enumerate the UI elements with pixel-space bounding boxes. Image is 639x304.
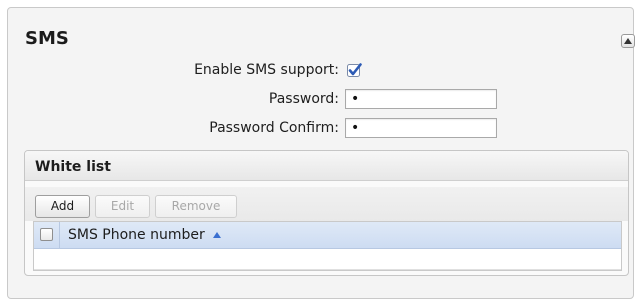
whitelist-toolbar: Add Edit Remove [25, 187, 628, 221]
collapse-button[interactable] [621, 34, 635, 48]
chevron-up-icon [624, 38, 632, 44]
select-all-checkbox[interactable] [40, 228, 53, 241]
sort-ascending-icon [213, 232, 222, 238]
password-field[interactable]: • [345, 89, 497, 109]
enable-sms-row: Enable SMS support: [8, 60, 635, 82]
column-header-label: SMS Phone number [68, 227, 205, 243]
select-all-cell [34, 222, 60, 249]
add-button[interactable]: Add [35, 195, 90, 218]
edit-button[interactable]: Edit [95, 195, 150, 218]
password-row: Password: [8, 89, 635, 111]
password-confirm-label: Password Confirm: [209, 120, 339, 136]
password-confirm-field[interactable]: • [345, 118, 497, 138]
table-row-empty [34, 250, 621, 270]
column-header-sms-phone-number[interactable]: SMS Phone number [68, 227, 222, 243]
enable-sms-label: Enable SMS support: [194, 62, 339, 78]
password-label: Password: [268, 91, 339, 107]
password-confirm-row: Password Confirm: [8, 118, 635, 140]
remove-button[interactable]: Remove [155, 195, 237, 218]
whitelist-title: White list [35, 159, 111, 175]
grid-header: SMS Phone number [34, 222, 621, 249]
whitelist-grid: SMS Phone number [33, 221, 622, 271]
enable-sms-checkbox[interactable] [347, 63, 362, 78]
whitelist-header: White list [25, 151, 628, 181]
panel-title: SMS [25, 28, 69, 49]
whitelist-panel: White list Add Edit Remove SMS Phone num… [24, 150, 629, 276]
